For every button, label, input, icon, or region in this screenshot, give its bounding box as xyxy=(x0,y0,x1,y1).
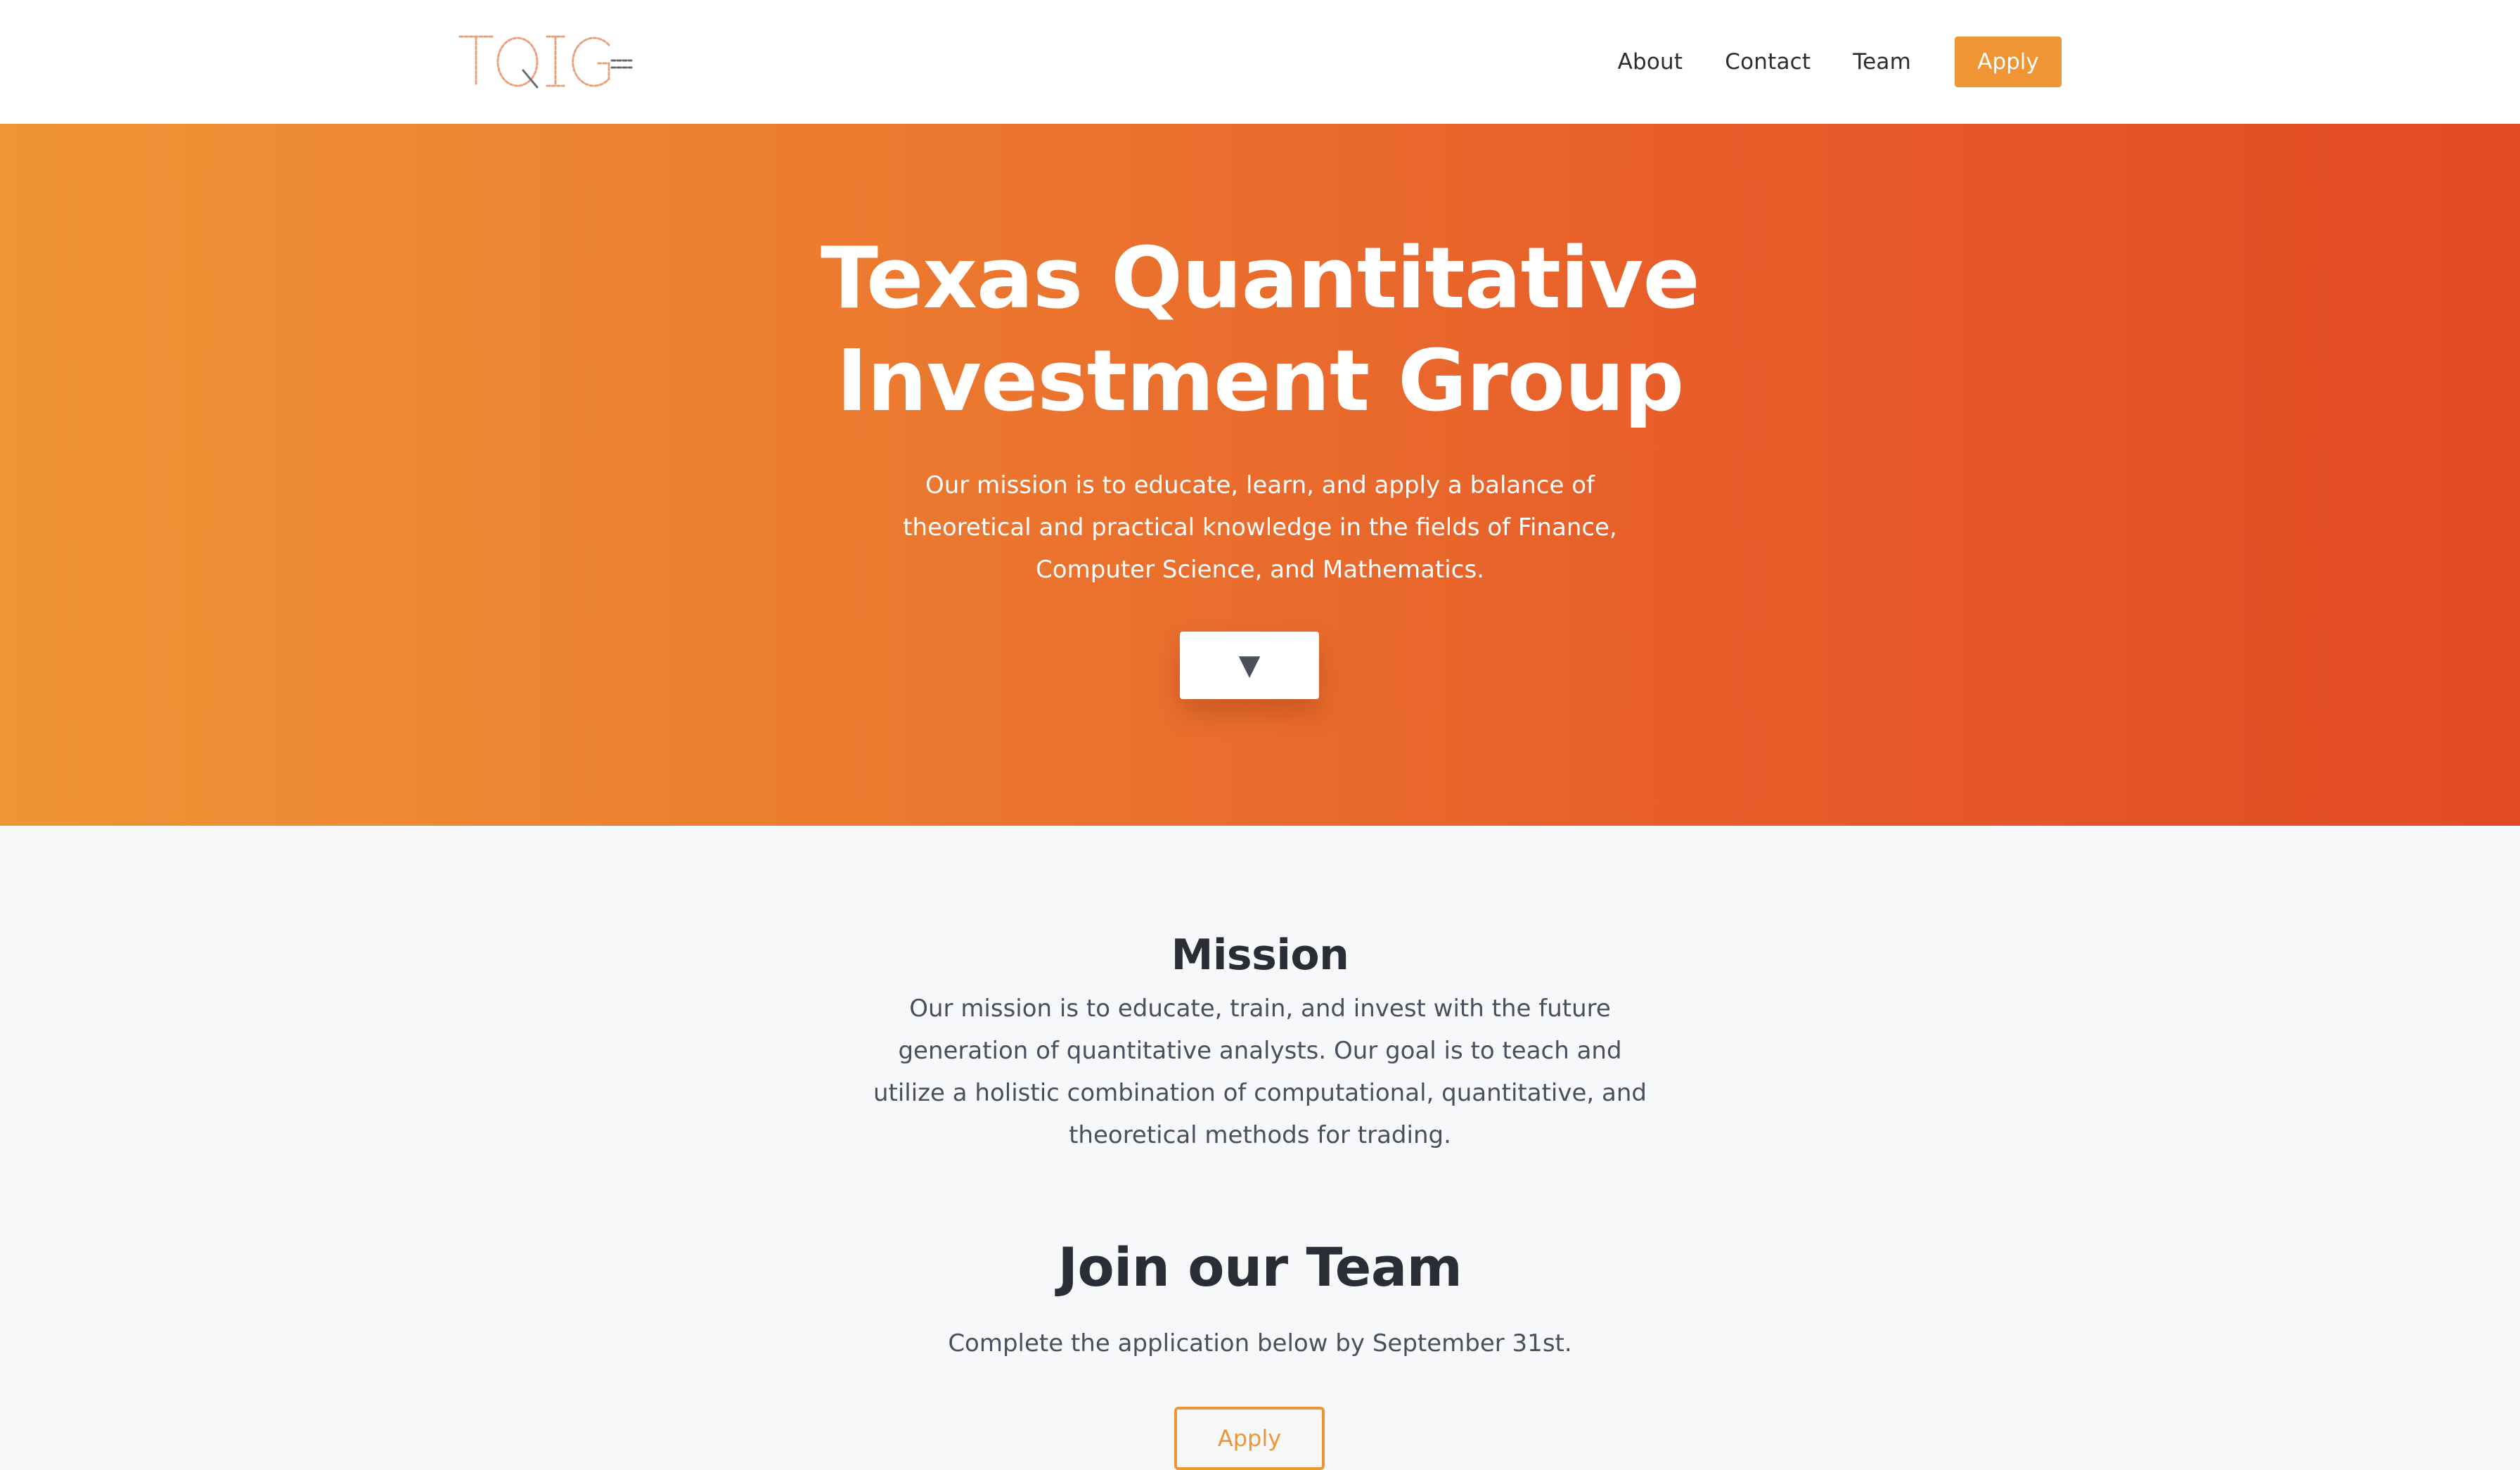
join-heading: Join our Team xyxy=(1058,1236,1462,1298)
join-apply-button[interactable]: Apply xyxy=(1174,1407,1325,1470)
down-arrow-icon: ▼ xyxy=(1238,649,1261,682)
hero-title: Texas Quantitative Investment Group xyxy=(0,228,2520,433)
nav-apply-button[interactable]: Apply xyxy=(1955,37,2062,87)
nav-link-about[interactable]: About xyxy=(1618,49,1683,75)
hero-title-line-2: Investment Group xyxy=(836,333,1685,430)
scroll-down-button[interactable]: ▼ xyxy=(1180,632,1319,699)
hero-section: Texas Quantitative Investment Group Our … xyxy=(0,124,2520,826)
tqig-logo[interactable] xyxy=(458,31,634,90)
hero-title-line-1: Texas Quantitative xyxy=(821,230,1700,328)
hero-description: Our mission is to educate, learn, and ap… xyxy=(903,471,1617,584)
logo-mark-icon xyxy=(458,35,633,89)
mission-text: Our mission is to educate, train, and in… xyxy=(873,995,1647,1149)
nav-link-team[interactable]: Team xyxy=(1853,49,1911,75)
top-navbar: About Contact Team Apply xyxy=(0,0,2520,124)
nav-link-contact[interactable]: Contact xyxy=(1725,49,1811,75)
mission-heading: Mission xyxy=(1171,931,1349,980)
nav-links: About Contact Team Apply xyxy=(1618,37,2062,87)
join-text: Complete the application below by Septem… xyxy=(948,1329,1572,1357)
